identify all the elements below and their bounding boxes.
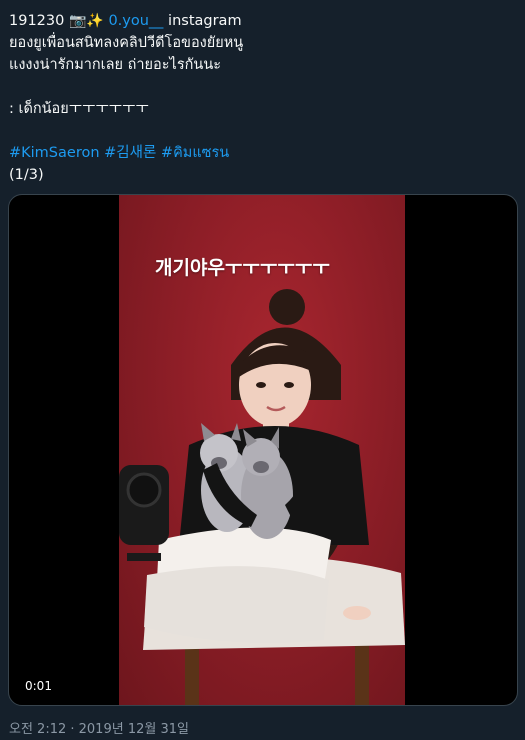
tweet-line-1: 191230 📷✨ 0.you__ instagram (9, 10, 514, 32)
tweet: 191230 📷✨ 0.you__ instagram ยองยูเพื่อนส… (0, 0, 525, 740)
cat-muzzle (253, 461, 269, 473)
tweet-text: 191230 📷✨ 0.you__ instagram ยองยูเพื่อนส… (9, 10, 514, 186)
mention-link[interactable]: 0.you__ (104, 13, 163, 29)
eye (284, 382, 294, 388)
foot (343, 606, 371, 620)
video-player[interactable]: 개기야우ㅜㅜㅜㅜㅜㅜ 0:01 (8, 194, 518, 706)
media-counter: (1/3) (9, 167, 44, 183)
eye (256, 382, 266, 388)
camera-shape (119, 465, 169, 561)
tweet-timestamp[interactable]: 오전 2:12 · 2019년 12월 31일 (9, 718, 189, 737)
video-timestamp: 0:01 (19, 677, 58, 695)
tweet-line-5: : เด็กน้อยㅜㅜㅜㅜㅜㅜ (9, 101, 149, 117)
tweet-line-3: แงงงน่ารักมากเลย ถ่ายอะไรกันนะ (9, 57, 222, 73)
tweet-line-2: ยองยูเพื่อนสนิทลงคลิปวีดีโอของยัยหนู (9, 35, 244, 51)
camera-sparkles-emoji: 📷✨ (68, 13, 104, 29)
pillow (144, 566, 329, 644)
tweet-date: 191230 (9, 13, 69, 29)
hashtag-links[interactable]: #KimSaeron #김새론 #คิมแซรน (9, 142, 514, 164)
hair-bun (269, 289, 305, 325)
video-caption: 개기야우ㅜㅜㅜㅜㅜㅜ (155, 257, 330, 279)
tweet-source: instagram (163, 13, 242, 29)
